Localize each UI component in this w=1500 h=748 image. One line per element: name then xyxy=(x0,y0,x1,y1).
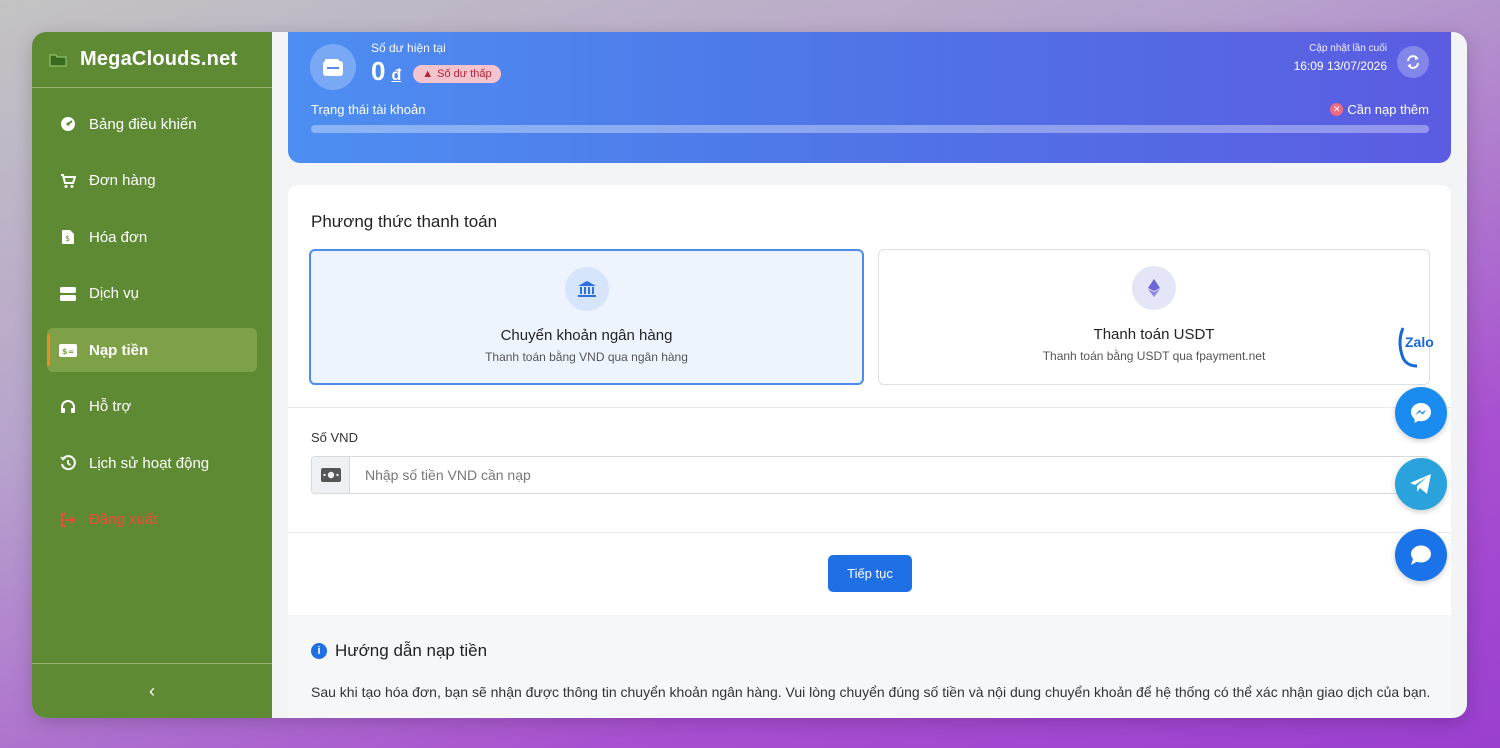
balance-label: Số dư hiện tại xyxy=(371,41,446,55)
sidebar-item-dashboard[interactable]: Bảng điều khiển xyxy=(47,102,257,146)
sidebar-item-label: Hóa đơn xyxy=(89,228,148,246)
chat-bubble-icon xyxy=(1411,545,1431,565)
sidebar-item-label: Bảng điều khiển xyxy=(89,115,197,133)
sidebar-item-label: Nạp tiền xyxy=(89,341,149,359)
guide-title: Hướng dẫn nạp tiền xyxy=(335,641,488,660)
dashboard-icon xyxy=(59,115,77,133)
server-icon xyxy=(59,285,77,303)
sidebar: MegaClouds.net Bảng điều khiển Đơn hàng … xyxy=(32,32,272,718)
zalo-button[interactable]: Zalo xyxy=(1393,318,1445,370)
messenger-icon xyxy=(1411,403,1431,423)
method-title: Chuyển khoản ngân hàng xyxy=(500,327,673,344)
money-icon: $= xyxy=(59,341,77,359)
account-status-text: Cần nạp thêm xyxy=(1347,102,1429,117)
guide-title-row: i Hướng dẫn nạp tiền xyxy=(311,641,487,661)
account-status-value: ✕ Cần nạp thêm xyxy=(1330,102,1429,117)
sidebar-item-orders[interactable]: Đơn hàng xyxy=(47,159,257,203)
continue-button[interactable]: Tiếp tục xyxy=(828,555,912,592)
balance-amount-row: 0 đ ▲ Số dư thấp xyxy=(371,56,501,87)
low-balance-label: Số dư thấp xyxy=(437,68,492,80)
divider xyxy=(288,407,1451,408)
chevron-left-icon: ‹ xyxy=(149,680,155,701)
sidebar-item-label: Lịch sử hoạt động xyxy=(89,454,210,472)
low-balance-badge: ▲ Số dư thấp xyxy=(413,65,501,83)
chat-button[interactable] xyxy=(1395,529,1447,581)
guide-section: i Hướng dẫn nạp tiền Sau khi tạo hóa đơn… xyxy=(288,615,1451,718)
sidebar-item-logout[interactable]: Đăng xuất xyxy=(47,498,257,542)
sidebar-collapse-button[interactable]: ‹ xyxy=(32,663,272,718)
method-title: Thanh toán USDT xyxy=(1093,326,1215,343)
sidebar-item-support[interactable]: Hỗ trợ xyxy=(47,385,257,429)
warning-icon: ▲ xyxy=(422,68,434,80)
method-bank-transfer[interactable]: Chuyển khoản ngân hàng Thanh toán bằng V… xyxy=(309,249,864,385)
history-icon xyxy=(59,454,77,472)
cloud-logo-icon xyxy=(49,53,67,67)
messenger-button[interactable] xyxy=(1395,387,1447,439)
close-circle-icon: ✕ xyxy=(1330,103,1344,116)
telegram-icon xyxy=(1410,474,1431,494)
logout-icon xyxy=(59,511,77,529)
svg-text:$: $ xyxy=(65,234,70,243)
amount-input[interactable] xyxy=(350,457,1428,493)
money-bill-icon xyxy=(312,457,350,493)
app-window: MegaClouds.net Bảng điều khiển Đơn hàng … xyxy=(32,32,1467,718)
last-update-label: Cập nhật lần cuối xyxy=(1309,43,1387,54)
refresh-icon xyxy=(1407,55,1419,69)
payment-card: Phương thức thanh toán Chuyển khoản ngân… xyxy=(288,185,1451,718)
info-icon: i xyxy=(311,643,327,659)
last-update-time: 16:09 13/07/2026 xyxy=(1293,59,1387,73)
sidebar-item-topup[interactable]: $= Nạp tiền xyxy=(47,328,257,372)
brand[interactable]: MegaClouds.net xyxy=(32,32,272,88)
sidebar-item-label: Hỗ trợ xyxy=(89,398,132,415)
balance-currency: đ xyxy=(391,67,402,84)
amount-input-group xyxy=(311,456,1429,494)
brand-name: MegaClouds.net xyxy=(80,48,238,70)
account-progress-bar xyxy=(311,125,1429,133)
method-subtitle: Thanh toán bằng USDT qua fpayment.net xyxy=(1042,349,1266,363)
ethereum-icon xyxy=(1132,266,1176,310)
zalo-label: Zalo xyxy=(1405,334,1434,350)
main-content: Số dư hiện tại 0 đ ▲ Số dư thấp Cập nhật… xyxy=(272,32,1467,718)
divider xyxy=(288,532,1451,533)
sidebar-item-invoices[interactable]: $ Hóa đơn xyxy=(47,215,257,259)
wallet-icon xyxy=(310,44,356,90)
amount-label: Số VND xyxy=(311,430,358,445)
method-usdt[interactable]: Thanh toán USDT Thanh toán bằng USDT qua… xyxy=(878,249,1430,385)
guide-text: Sau khi tạo hóa đơn, bạn sẽ nhận được th… xyxy=(311,684,1431,700)
sidebar-nav: Bảng điều khiển Đơn hàng $ Hóa đơn Dịch … xyxy=(32,88,272,542)
sidebar-item-services[interactable]: Dịch vụ xyxy=(47,272,257,316)
balance-card: Số dư hiện tại 0 đ ▲ Số dư thấp Cập nhật… xyxy=(288,32,1451,163)
payment-method-title: Phương thức thanh toán xyxy=(311,212,498,231)
headset-icon xyxy=(59,398,77,416)
refresh-button[interactable] xyxy=(1397,46,1429,78)
balance-amount: 0 xyxy=(371,56,386,86)
invoice-icon: $ xyxy=(59,228,77,246)
sidebar-item-label: Đơn hàng xyxy=(89,172,156,189)
sidebar-item-history[interactable]: Lịch sử hoạt động xyxy=(47,441,257,485)
sidebar-item-label: Dịch vụ xyxy=(89,285,140,302)
telegram-button[interactable] xyxy=(1395,458,1447,510)
sidebar-item-label: Đăng xuất xyxy=(89,511,158,528)
method-subtitle: Thanh toán bằng VND qua ngân hàng xyxy=(485,350,688,364)
svg-text:$=: $= xyxy=(62,347,74,356)
cart-icon xyxy=(59,172,77,190)
account-status-label: Trạng thái tài khoản xyxy=(311,102,426,117)
bank-icon xyxy=(564,267,609,311)
